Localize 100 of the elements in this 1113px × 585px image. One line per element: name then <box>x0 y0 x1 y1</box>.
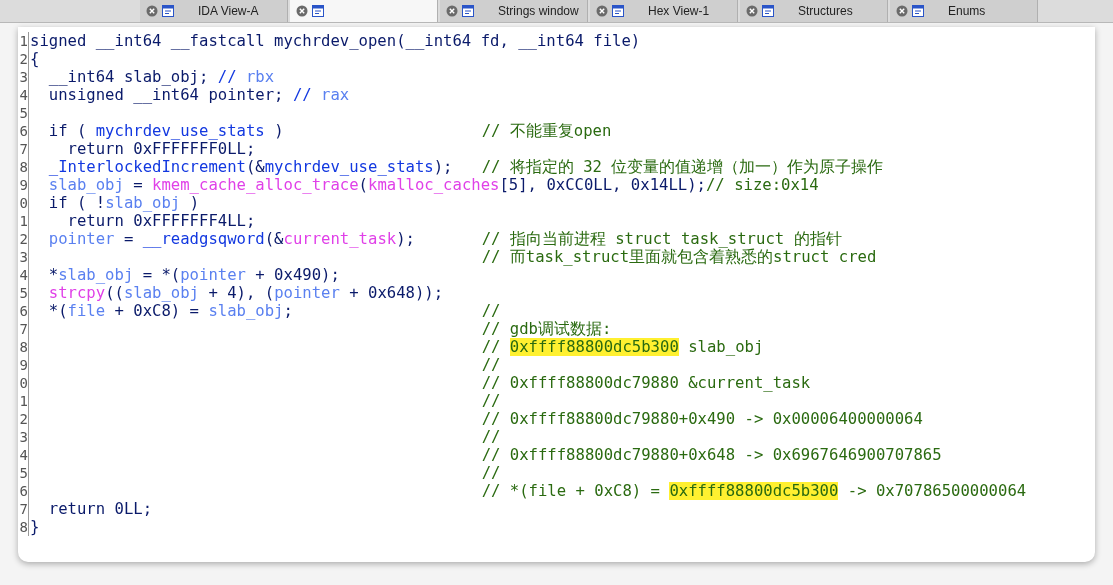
comment-text: // size:0x14 <box>706 176 819 194</box>
line-number: 9 <box>18 176 29 194</box>
function-name-text: kmalloc_caches <box>368 176 500 194</box>
tab[interactable]: Hex View-1 <box>590 0 738 22</box>
function-name-text: strcpy <box>48 284 106 302</box>
code-text: if ( <box>48 122 88 140</box>
line-number: 8 <box>18 518 29 536</box>
line-number: 4 <box>18 86 29 104</box>
close-icon[interactable] <box>446 5 458 17</box>
line-number: 4 <box>18 446 29 464</box>
close-icon[interactable] <box>896 5 908 17</box>
code-text: = *( <box>142 266 181 284</box>
window-icon[interactable] <box>162 5 174 17</box>
line-number: 2 <box>18 50 29 68</box>
code-text: (( <box>105 284 124 302</box>
window-icon[interactable] <box>462 5 474 17</box>
line-number: 0 <box>18 374 29 392</box>
window-icon[interactable] <box>762 5 774 17</box>
comment-text: // <box>481 338 502 356</box>
variable-text: slab_obj <box>123 284 199 302</box>
variable-text: slab_obj <box>48 176 124 194</box>
tab[interactable] <box>290 0 438 22</box>
line-number: 3 <box>18 428 29 446</box>
variable-text: file <box>67 302 106 320</box>
code-text: ) <box>189 194 199 212</box>
window-icon[interactable] <box>912 5 924 17</box>
code-text: ; <box>283 302 293 320</box>
code-text: = <box>123 230 135 248</box>
comment-text: // <box>481 302 501 320</box>
code-text: = <box>133 176 144 194</box>
line-number: 0 <box>18 194 29 212</box>
comment-text: // 0xffff88800dc79880+0x648 -> 0x6967646900707865 <box>481 446 942 464</box>
close-icon[interactable] <box>746 5 758 17</box>
code-text: return 0xFFFFFFF4LL; <box>67 212 256 230</box>
function-name-text: current_task <box>283 230 397 248</box>
variable-text: rbx <box>245 68 275 86</box>
line-number: 3 <box>18 248 29 266</box>
code-text: signed __int64 __fastcall mychrdev_open(__int64 fd, __int64 file) <box>30 32 641 50</box>
highlighted-text: 0xffff88800dc5b300 <box>509 338 679 356</box>
variable-text: pointer <box>180 266 246 284</box>
line-number: 9 <box>18 356 29 374</box>
identifier-text: mychrdev_use_stats <box>264 158 434 176</box>
function-name-text: kmem_cache_alloc_trace <box>152 176 359 194</box>
line-number: 5 <box>18 284 29 302</box>
line-number: 1 <box>18 392 29 410</box>
code-text: ); <box>433 158 453 176</box>
comment-text: // 指向当前进程 struct task_struct 的指针 <box>481 230 842 248</box>
code-text: { <box>30 50 40 68</box>
code-text: } <box>30 518 40 536</box>
window-icon[interactable] <box>612 5 624 17</box>
variable-text: slab_obj <box>58 266 134 284</box>
code-text: return 0LL; <box>48 500 153 518</box>
code-text: (& <box>245 158 265 176</box>
variable-text: pointer <box>274 284 340 302</box>
comment-text: // 0xffff88800dc79880 &current_task <box>481 374 811 392</box>
line-number: 5 <box>18 464 29 482</box>
code-text: ) <box>274 122 284 140</box>
line-number: 6 <box>18 482 29 500</box>
code-text: if ( ! <box>48 194 106 212</box>
tab[interactable]: Strings window <box>440 0 588 22</box>
highlighted-text: 0xffff88800dc5b300 <box>669 482 839 500</box>
code-text: (& <box>264 230 284 248</box>
identifier-text: // <box>217 68 237 86</box>
code-text: return 0xFFFFFFF0LL; <box>67 140 256 158</box>
line-number: 4 <box>18 266 29 284</box>
code-text: unsigned __int64 pointer; <box>48 86 285 104</box>
window-icon[interactable] <box>312 5 324 17</box>
line-number: 7 <box>18 320 29 338</box>
comment-text: // <box>481 428 501 446</box>
identifier-text: _InterlockedIncrement <box>48 158 246 176</box>
identifier-text: mychrdev_use_stats <box>95 122 265 140</box>
line-number: 6 <box>18 122 29 140</box>
comment-text: // 0xffff88800dc79880+0x490 -> 0x00006400000064 <box>481 410 923 428</box>
comment-text: // gdb调试数据: <box>481 320 612 338</box>
code-text: [5], 0xCC0LL, 0x14LL); <box>499 176 706 194</box>
line-number: 7 <box>18 140 29 158</box>
line-number: 5 <box>18 104 29 122</box>
code-text: + 4), ( <box>208 284 275 302</box>
variable-text: rax <box>321 86 350 104</box>
line-number: 8 <box>18 338 29 356</box>
close-icon[interactable] <box>296 5 308 17</box>
tab[interactable]: Enums <box>890 0 1038 22</box>
variable-text: slab_obj <box>208 302 284 320</box>
line-number: 1 <box>18 212 29 230</box>
code-text: + 0xC8) = <box>114 302 200 320</box>
code-text: * <box>48 266 59 284</box>
code-text: + 0x490); <box>255 266 340 284</box>
variable-text: pointer <box>48 230 115 248</box>
close-icon[interactable] <box>146 5 158 17</box>
tab[interactable]: IDA View-A <box>140 0 288 22</box>
comment-text: -> 0x70786500000064 <box>847 482 1027 500</box>
close-icon[interactable] <box>596 5 608 17</box>
variable-text: slab_obj <box>105 194 181 212</box>
comment-text: // <box>481 464 501 482</box>
identifier-text: // <box>292 86 312 104</box>
comment-text: // 将指定的 32 位变量的值递增（加一）作为原子操作 <box>481 158 884 176</box>
code-text: ); <box>396 230 415 248</box>
identifier-text: __readgsqword <box>142 230 265 248</box>
tab[interactable]: Structures <box>740 0 888 22</box>
comment-text: slab_obj <box>688 338 764 356</box>
